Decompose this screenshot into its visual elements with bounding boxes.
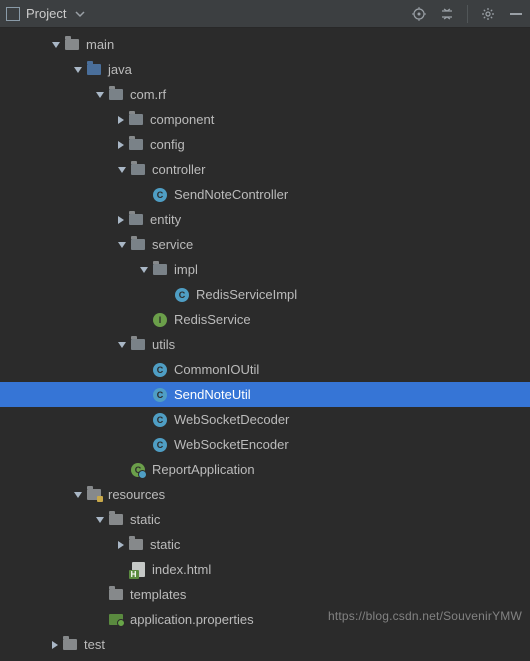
tree-row[interactable]: C CommonIOUtil xyxy=(0,357,530,382)
tree-item-label: utils xyxy=(152,337,175,352)
separator xyxy=(467,5,468,23)
tree-row[interactable]: C ReportApplication xyxy=(0,457,530,482)
source-folder-icon xyxy=(86,62,102,78)
tree-item-label: SendNoteController xyxy=(174,187,288,202)
tree-row[interactable]: utils xyxy=(0,332,530,357)
tree-item-label: index.html xyxy=(152,562,211,577)
tree-row[interactable]: test xyxy=(0,632,530,657)
interface-icon: I xyxy=(152,312,168,328)
tree-row[interactable]: entity xyxy=(0,207,530,232)
resources-folder-icon xyxy=(86,487,102,503)
locate-icon[interactable] xyxy=(411,6,427,22)
expand-arrow-icon[interactable] xyxy=(96,517,104,523)
tree-row[interactable]: component xyxy=(0,107,530,132)
package-icon xyxy=(130,237,146,253)
tree-item-label: static xyxy=(130,512,160,527)
expand-arrow-icon[interactable] xyxy=(74,67,82,73)
tree-item-label: main xyxy=(86,37,114,52)
collapse-all-icon[interactable] xyxy=(439,6,455,22)
expand-arrow-icon[interactable] xyxy=(118,216,124,224)
tree-row[interactable]: index.html xyxy=(0,557,530,582)
tree-item-label: ReportApplication xyxy=(152,462,255,477)
expand-arrow-icon[interactable] xyxy=(118,342,126,348)
tree-row[interactable]: C SendNoteUtil xyxy=(0,382,530,407)
watermark: https://blog.csdn.net/SouvenirYMW xyxy=(328,609,522,623)
hide-icon[interactable] xyxy=(508,6,524,22)
expand-arrow-icon[interactable] xyxy=(52,42,60,48)
class-icon: C xyxy=(152,387,168,403)
tree-item-label: controller xyxy=(152,162,205,177)
tree-row[interactable]: service xyxy=(0,232,530,257)
toolbar: Project xyxy=(0,0,530,28)
package-icon xyxy=(128,137,144,153)
class-icon: C xyxy=(152,362,168,378)
dropdown-icon[interactable] xyxy=(72,6,88,22)
tree-row[interactable]: controller xyxy=(0,157,530,182)
tree-item-label: impl xyxy=(174,262,198,277)
expand-arrow-icon[interactable] xyxy=(96,92,104,98)
project-icon xyxy=(6,7,20,21)
folder-icon xyxy=(62,637,78,653)
properties-file-icon xyxy=(108,612,124,628)
tree-row[interactable]: resources xyxy=(0,482,530,507)
expand-arrow-icon[interactable] xyxy=(74,492,82,498)
folder-icon xyxy=(108,587,124,603)
tree-item-label: application.properties xyxy=(130,612,254,627)
tree-item-label: component xyxy=(150,112,214,127)
class-icon: C xyxy=(152,187,168,203)
tree-item-label: com.rf xyxy=(130,87,166,102)
tree-row[interactable]: C SendNoteController xyxy=(0,182,530,207)
tree-item-label: RedisService xyxy=(174,312,251,327)
expand-arrow-icon[interactable] xyxy=(118,541,124,549)
tree-item-label: static xyxy=(150,537,180,552)
panel-title: Project xyxy=(26,6,66,21)
expand-arrow-icon[interactable] xyxy=(52,641,58,649)
tree-item-label: WebSocketEncoder xyxy=(174,437,289,452)
tree-row[interactable]: config xyxy=(0,132,530,157)
project-tree[interactable]: main java com.rf component config controller C… xyxy=(0,28,530,661)
tree-row[interactable]: C WebSocketDecoder xyxy=(0,407,530,432)
tree-item-label: test xyxy=(84,637,105,652)
package-icon xyxy=(128,112,144,128)
package-icon xyxy=(130,162,146,178)
tree-row[interactable]: static xyxy=(0,507,530,532)
tree-row[interactable]: C WebSocketEncoder xyxy=(0,432,530,457)
tree-item-label: resources xyxy=(108,487,165,502)
html-file-icon xyxy=(130,562,146,578)
tree-item-label: java xyxy=(108,62,132,77)
tree-item-label: RedisServiceImpl xyxy=(196,287,297,302)
folder-icon xyxy=(128,537,144,553)
spring-class-icon: C xyxy=(130,462,146,478)
tree-row[interactable]: impl xyxy=(0,257,530,282)
tree-row[interactable]: C RedisServiceImpl xyxy=(0,282,530,307)
package-icon xyxy=(152,262,168,278)
expand-arrow-icon[interactable] xyxy=(118,116,124,124)
package-icon xyxy=(128,212,144,228)
expand-arrow-icon[interactable] xyxy=(118,242,126,248)
tree-row[interactable]: templates xyxy=(0,582,530,607)
expand-arrow-icon[interactable] xyxy=(140,267,148,273)
tree-item-label: SendNoteUtil xyxy=(174,387,251,402)
package-icon xyxy=(130,337,146,353)
tree-item-label: service xyxy=(152,237,193,252)
class-icon: C xyxy=(152,437,168,453)
class-icon: C xyxy=(174,287,190,303)
tree-row[interactable]: java xyxy=(0,57,530,82)
tree-row[interactable]: com.rf xyxy=(0,82,530,107)
tree-row[interactable]: static xyxy=(0,532,530,557)
tree-row[interactable]: main xyxy=(0,32,530,57)
tree-item-label: config xyxy=(150,137,185,152)
tree-item-label: entity xyxy=(150,212,181,227)
folder-icon xyxy=(64,37,80,53)
tree-item-label: CommonIOUtil xyxy=(174,362,259,377)
tree-item-label: templates xyxy=(130,587,186,602)
tree-row[interactable]: I RedisService xyxy=(0,307,530,332)
expand-arrow-icon[interactable] xyxy=(118,167,126,173)
class-icon: C xyxy=(152,412,168,428)
gear-icon[interactable] xyxy=(480,6,496,22)
package-icon xyxy=(108,87,124,103)
tree-item-label: WebSocketDecoder xyxy=(174,412,289,427)
folder-icon xyxy=(108,512,124,528)
expand-arrow-icon[interactable] xyxy=(118,141,124,149)
